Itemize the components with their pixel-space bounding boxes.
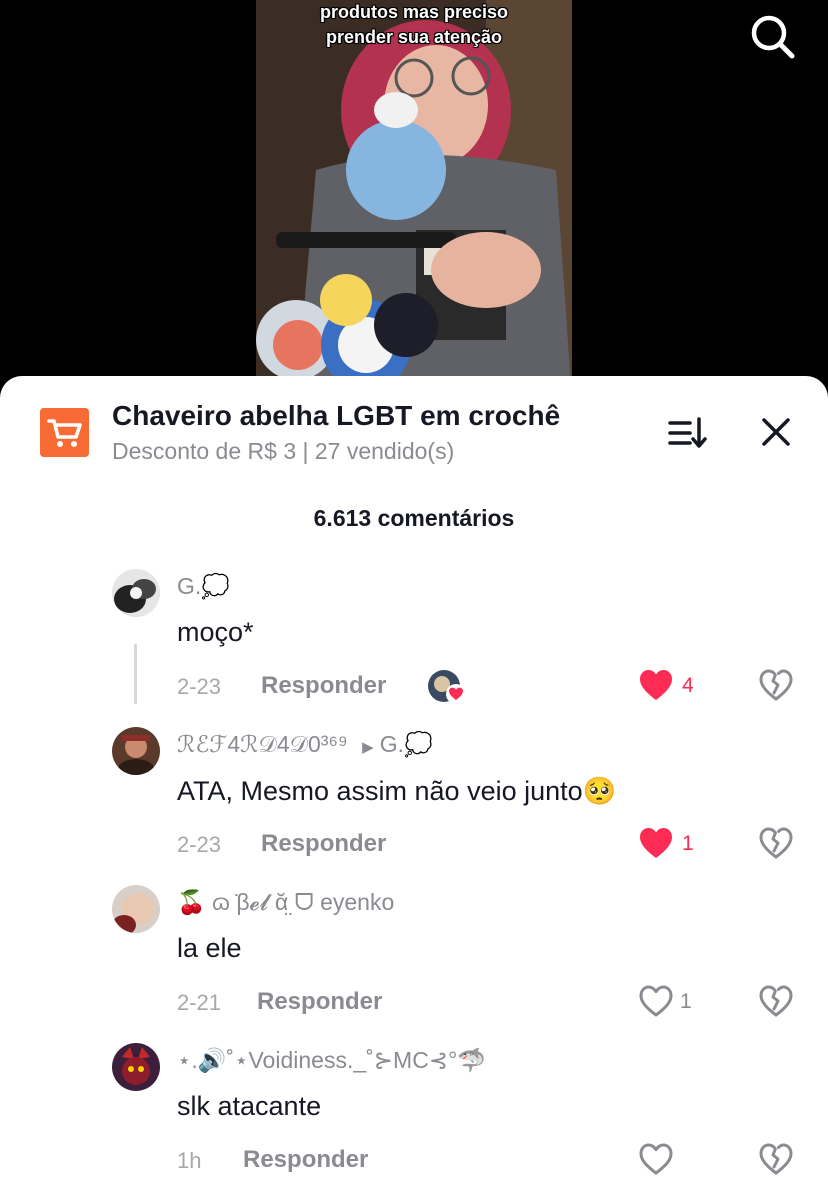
reply-button[interactable]: Responder: [261, 830, 386, 858]
shopping-cart-icon[interactable]: [40, 408, 89, 457]
heart-icon-filled[interactable]: [638, 668, 674, 702]
avatar[interactable]: [112, 727, 160, 775]
comment-date: 2-23: [177, 832, 222, 857]
avatar-image: [112, 569, 160, 617]
video-caption-line-1: produtos mas preciso: [319, 2, 509, 22]
comments-count: 6.613 comentários: [313, 505, 515, 531]
creator-heart-icon: [446, 684, 466, 704]
avatar[interactable]: [112, 885, 160, 933]
comment-date: 1h: [177, 1148, 202, 1173]
sort-icon[interactable]: [666, 414, 708, 452]
avatar[interactable]: [112, 569, 160, 617]
product-title[interactable]: Chaveiro abelha LGBT em crochê: [112, 400, 560, 432]
comment-date: 2-23: [177, 674, 222, 699]
comment-text: la ele: [177, 933, 242, 963]
product-subtitle: Desconto de R$ 3 | 27 vendido(s): [112, 438, 455, 464]
comment-username[interactable]: G.💭: [177, 573, 230, 600]
broken-heart-icon[interactable]: [758, 1142, 794, 1176]
comment-text: slk atacante: [177, 1091, 322, 1121]
heart-icon[interactable]: [638, 984, 674, 1018]
comment-text: moço*: [177, 617, 254, 647]
broken-heart-icon[interactable]: [758, 826, 794, 860]
avatar-image: [112, 1043, 160, 1091]
comment-date: 2-21: [177, 990, 222, 1015]
avatar-image: [112, 727, 160, 775]
broken-heart-icon[interactable]: [758, 668, 794, 702]
reply-arrow-icon: ▶: [362, 739, 374, 756]
reply-button[interactable]: Responder: [261, 672, 386, 700]
video-still: [256, 0, 572, 400]
video-area[interactable]: produtos mas preciso prender sua atenção: [0, 0, 828, 400]
avatar-image: [112, 885, 160, 933]
heart-icon-filled[interactable]: [638, 826, 674, 860]
reply-button[interactable]: Responder: [243, 1146, 368, 1174]
like-count: 1: [682, 832, 694, 855]
like-count: 4: [682, 674, 694, 697]
reply-to-username[interactable]: G.💭: [380, 731, 433, 757]
reply-button[interactable]: Responder: [257, 988, 382, 1016]
comment-username-text: ℛℰℱ4ℛ𝒟4𝒟0³⁶⁹: [177, 731, 348, 757]
broken-heart-icon[interactable]: [758, 984, 794, 1018]
avatar[interactable]: [112, 1043, 160, 1091]
like-count: 1: [680, 990, 692, 1013]
close-icon[interactable]: [758, 414, 794, 450]
comment-username[interactable]: ℛℰℱ4ℛ𝒟4𝒟0³⁶⁹ ▶ G.💭: [177, 731, 433, 758]
heart-icon[interactable]: [638, 1142, 674, 1176]
video-frame[interactable]: produtos mas preciso prender sua atenção: [256, 0, 572, 400]
search-icon[interactable]: [748, 12, 796, 60]
thread-line: [134, 644, 137, 704]
comment-text: ATA, Mesmo assim não veio junto🥺: [177, 776, 617, 806]
comment-username[interactable]: ⋆.🔊˚⋆Voidiness._˚⊱MC⊰°🦈: [177, 1047, 486, 1074]
video-caption-line-2: prender sua atenção: [325, 27, 503, 47]
comment-username[interactable]: 🍒 ɷ ̇β𝓮𝓵 ᾰ̤ ᗜ eyenko: [177, 889, 394, 916]
